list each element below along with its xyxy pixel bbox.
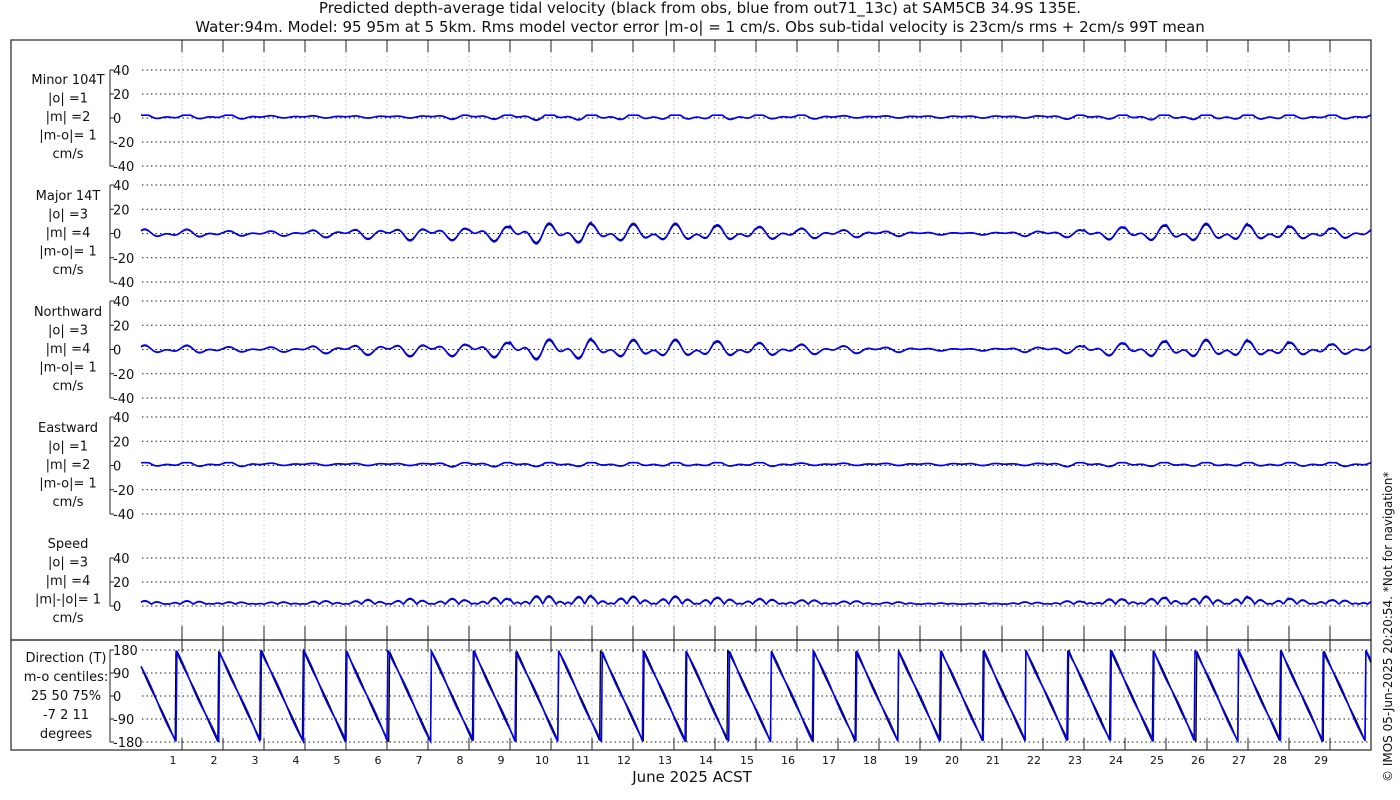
y-tick-label: -40 bbox=[113, 160, 134, 175]
panel-label-line: cm/s bbox=[53, 611, 84, 626]
title-line-2: Water:94m. Model: 95 95m at 5 5km. Rms m… bbox=[195, 18, 1204, 36]
panel-label-line: Minor 104T bbox=[31, 73, 104, 88]
panel-label-line: |m| =4 bbox=[46, 342, 91, 357]
tidal-velocity-figure: Predicted depth-average tidal velocity (… bbox=[10, 0, 1395, 786]
y-tick-label: 40 bbox=[113, 552, 130, 567]
panel-label-line: |o| =3 bbox=[48, 324, 88, 339]
y-tick-label: -40 bbox=[113, 508, 134, 523]
day-label: 22 bbox=[1027, 754, 1041, 767]
day-label: 20 bbox=[945, 754, 959, 767]
day-label: 6 bbox=[375, 754, 382, 767]
y-tick-label: 40 bbox=[113, 64, 130, 79]
y-tick-label: 0 bbox=[113, 112, 121, 127]
panel-label-line: |m-o|= 1 bbox=[39, 477, 97, 492]
y-tick-label: 180 bbox=[113, 644, 138, 659]
panel-label-line: Direction (T) bbox=[26, 651, 107, 666]
panel-label-line: m-o centiles: bbox=[24, 670, 109, 685]
panel-5: Direction (T) m-o centiles: 25 50 75% -7 2 … bbox=[24, 644, 1372, 751]
day-label: 1 bbox=[170, 754, 177, 767]
y-tick-label: 20 bbox=[113, 576, 130, 591]
day-label: 18 bbox=[863, 754, 877, 767]
day-label: 28 bbox=[1273, 754, 1287, 767]
day-label: 25 bbox=[1150, 754, 1164, 767]
panel-label-line: |m-o|= 1 bbox=[39, 245, 97, 260]
day-label: 16 bbox=[781, 754, 795, 767]
y-tick-label: -90 bbox=[113, 713, 134, 728]
y-tick-label: 40 bbox=[113, 411, 130, 426]
day-label: 21 bbox=[986, 754, 1000, 767]
day-label: 5 bbox=[334, 754, 341, 767]
y-tick-label: -20 bbox=[113, 484, 134, 499]
panel-label-line: |m| =2 bbox=[46, 458, 91, 473]
day-label: 26 bbox=[1191, 754, 1205, 767]
y-tick-label: 40 bbox=[113, 295, 130, 310]
panel-4: Speed |o| =3 |m| =4 |m|-|o|= 1 cm/s 40 20 0 bbox=[35, 537, 1372, 626]
day-label: 8 bbox=[457, 754, 464, 767]
y-tick-label: -20 bbox=[113, 252, 134, 267]
y-tick-label: 0 bbox=[113, 690, 121, 705]
x-axis-label: June 2025 ACST bbox=[631, 768, 752, 786]
day-label: 11 bbox=[576, 754, 590, 767]
day-label: 23 bbox=[1068, 754, 1082, 767]
title-line-1: Predicted depth-average tidal velocity (… bbox=[319, 0, 1081, 18]
day-label: 10 bbox=[535, 754, 549, 767]
y-tick-label: 0 bbox=[113, 600, 121, 615]
panel-label-line: |o| =1 bbox=[48, 440, 88, 455]
y-tick-label: -20 bbox=[113, 368, 134, 383]
y-tick-label: -40 bbox=[113, 392, 134, 407]
y-tick-label: 20 bbox=[113, 203, 130, 218]
y-tick-label: 20 bbox=[113, 435, 130, 450]
day-label: 9 bbox=[498, 754, 505, 767]
y-tick-label: 40 bbox=[113, 179, 130, 194]
panel-label-line: Speed bbox=[48, 537, 89, 552]
panel-label-line: |m-o|= 1 bbox=[39, 129, 97, 144]
panel-0: Minor 104T |o| =1 |m| =2 |m-o|= 1 cm/s 40 20 0 -… bbox=[31, 64, 1372, 175]
y-tick-label: -180 bbox=[113, 736, 143, 751]
panel-label-line: |m|-|o|= 1 bbox=[35, 593, 101, 608]
panel-label-line: cm/s bbox=[53, 263, 84, 278]
day-label: 2 bbox=[211, 754, 218, 767]
y-tick-label: 90 bbox=[113, 667, 130, 682]
y-tick-label: 20 bbox=[113, 319, 130, 334]
velocity-frame bbox=[10, 39, 1372, 641]
panel-label-line: 25 50 75% bbox=[31, 689, 101, 704]
day-label: 13 bbox=[658, 754, 672, 767]
panel-label-line: Eastward bbox=[38, 421, 98, 436]
panel-1: Major 14T |o| =3 |m| =4 |m-o|= 1 cm/s 40 20 0 -2… bbox=[36, 179, 1372, 291]
day-label: 3 bbox=[252, 754, 259, 767]
y-tick-label: -40 bbox=[113, 276, 134, 291]
y-tick-label: 20 bbox=[113, 88, 130, 103]
panel-label-line: |m| =4 bbox=[46, 574, 91, 589]
y-tick-label: 0 bbox=[113, 460, 121, 475]
day-label: 17 bbox=[822, 754, 836, 767]
y-tick-label: 0 bbox=[113, 344, 121, 359]
panel-label-line: |m-o|= 1 bbox=[39, 361, 97, 376]
day-label: 7 bbox=[416, 754, 423, 767]
day-label: 29 bbox=[1314, 754, 1328, 767]
panel-label-line: |m| =2 bbox=[46, 110, 91, 125]
panel-label-line: cm/s bbox=[53, 147, 84, 162]
day-label: 15 bbox=[740, 754, 754, 767]
panel-label-line: |o| =3 bbox=[48, 208, 88, 223]
day-label: 4 bbox=[293, 754, 300, 767]
credit-text: © IMOS 05-Jun-2025 20:20:54. *Not for na… bbox=[1381, 472, 1395, 782]
panel-label-line: |m| =4 bbox=[46, 226, 91, 241]
panel-3: Eastward |o| =1 |m| =2 |m-o|= 1 cm/s 40 20 0 -20… bbox=[38, 411, 1372, 523]
panel-2: Northward |o| =3 |m| =4 |m-o|= 1 cm/s 40 20 0 -2… bbox=[34, 295, 1372, 407]
panel-label-line: |o| =1 bbox=[48, 92, 88, 107]
day-label: 19 bbox=[904, 754, 918, 767]
panel-label-line: Northward bbox=[34, 305, 102, 320]
panel-label-line: cm/s bbox=[53, 379, 84, 394]
day-label: 24 bbox=[1109, 754, 1123, 767]
day-label: 27 bbox=[1232, 754, 1246, 767]
y-tick-label: -20 bbox=[113, 136, 134, 151]
panel-label-line: |o| =3 bbox=[48, 556, 88, 571]
y-tick-label: 0 bbox=[113, 228, 121, 243]
day-label: 12 bbox=[617, 754, 631, 767]
day-label: 14 bbox=[699, 754, 713, 767]
panel-label-line: Major 14T bbox=[36, 189, 101, 204]
panel-label-line: degrees bbox=[40, 727, 93, 742]
panel-label-line: -7 2 11 bbox=[43, 708, 89, 723]
panel-label-line: cm/s bbox=[53, 495, 84, 510]
